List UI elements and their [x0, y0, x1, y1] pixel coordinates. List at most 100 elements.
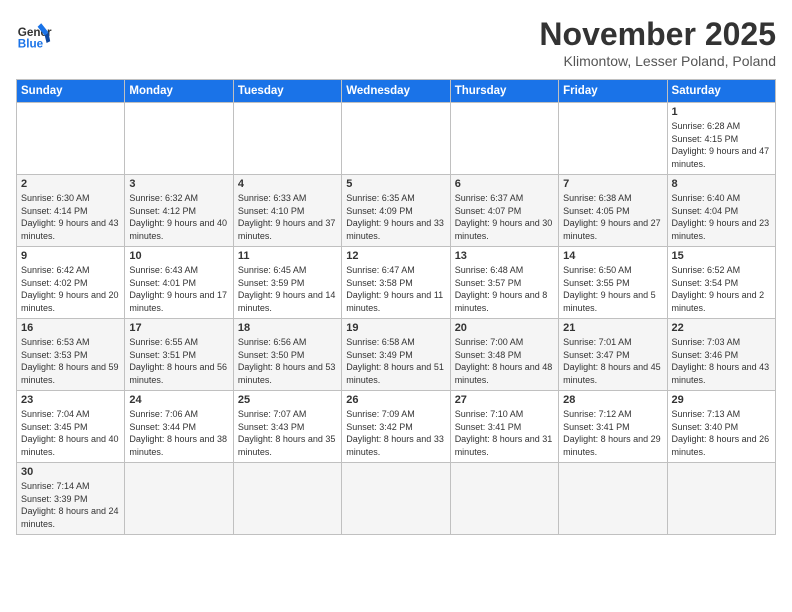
day-info: Sunrise: 6:48 AM Sunset: 3:57 PM Dayligh…: [455, 264, 554, 314]
calendar-cell: 17 Sunrise: 6:55 AM Sunset: 3:51 PM Dayli…: [125, 319, 233, 391]
day-info: Sunrise: 6:56 AM Sunset: 3:50 PM Dayligh…: [238, 336, 337, 386]
calendar-cell: 11 Sunrise: 6:45 AM Sunset: 3:59 PM Dayli…: [233, 247, 341, 319]
day-number: 11: [238, 250, 337, 262]
day-number: 17: [129, 322, 228, 334]
calendar-cell: 29 Sunrise: 7:13 AM Sunset: 3:40 PM Dayli…: [667, 391, 775, 463]
day-number: 6: [455, 178, 554, 190]
calendar-week-4: 23Sunrise: 7:04 AM Sunset: 3:45 PM Dayli…: [17, 391, 776, 463]
calendar-cell: 4Sunrise: 6:33 AM Sunset: 4:10 PM Daylig…: [233, 175, 341, 247]
day-info: Sunrise: 6:58 AM Sunset: 3:49 PM Dayligh…: [346, 336, 445, 386]
day-info: Sunrise: 7:14 AM Sunset: 3:39 PM Dayligh…: [21, 480, 120, 530]
calendar-cell: 28Sunrise: 7:12 AM Sunset: 3:41 PM Dayli…: [559, 391, 667, 463]
day-info: Sunrise: 6:52 AM Sunset: 3:54 PM Dayligh…: [672, 264, 771, 314]
calendar-week-1: 2Sunrise: 6:30 AM Sunset: 4:14 PM Daylig…: [17, 175, 776, 247]
calendar-cell: [559, 103, 667, 175]
day-number: 27: [455, 394, 554, 406]
day-info: Sunrise: 7:01 AM Sunset: 3:47 PM Dayligh…: [563, 336, 662, 386]
day-number: 29: [672, 394, 771, 406]
calendar-cell: 21 Sunrise: 7:01 AM Sunset: 3:47 PM Dayli…: [559, 319, 667, 391]
day-number: 3: [129, 178, 228, 190]
calendar-subtitle: Klimontow, Lesser Poland, Poland: [539, 53, 776, 69]
day-number: 26: [346, 394, 445, 406]
calendar-cell: 13 Sunrise: 6:48 AM Sunset: 3:57 PM Dayli…: [450, 247, 558, 319]
day-number: 9: [21, 250, 120, 262]
calendar-cell: [342, 463, 450, 535]
calendar-cell: [125, 103, 233, 175]
day-info: Sunrise: 6:28 AM Sunset: 4:15 PM Dayligh…: [672, 120, 771, 170]
day-info: Sunrise: 6:45 AM Sunset: 3:59 PM Dayligh…: [238, 264, 337, 314]
calendar-week-5: 30Sunrise: 7:14 AM Sunset: 3:39 PM Dayli…: [17, 463, 776, 535]
day-info: Sunrise: 6:32 AM Sunset: 4:12 PM Dayligh…: [129, 192, 228, 242]
calendar-cell: 9Sunrise: 6:42 AM Sunset: 4:02 PM Daylig…: [17, 247, 125, 319]
calendar-cell: 3 Sunrise: 6:32 AM Sunset: 4:12 PM Daylig…: [125, 175, 233, 247]
day-info: Sunrise: 7:07 AM Sunset: 3:43 PM Dayligh…: [238, 408, 337, 458]
header-thursday: Thursday: [450, 80, 558, 103]
header-friday: Friday: [559, 80, 667, 103]
calendar-cell: 25 Sunrise: 7:07 AM Sunset: 3:43 PM Dayli…: [233, 391, 341, 463]
day-info: Sunrise: 6:30 AM Sunset: 4:14 PM Dayligh…: [21, 192, 120, 242]
day-info: Sunrise: 7:04 AM Sunset: 3:45 PM Dayligh…: [21, 408, 120, 458]
header-wednesday: Wednesday: [342, 80, 450, 103]
day-info: Sunrise: 6:40 AM Sunset: 4:04 PM Dayligh…: [672, 192, 771, 242]
calendar-week-2: 9Sunrise: 6:42 AM Sunset: 4:02 PM Daylig…: [17, 247, 776, 319]
day-info: Sunrise: 6:35 AM Sunset: 4:09 PM Dayligh…: [346, 192, 445, 242]
day-number: 20: [455, 322, 554, 334]
day-number: 22: [672, 322, 771, 334]
logo-icon: General Blue: [16, 16, 52, 52]
day-number: 28: [563, 394, 662, 406]
calendar-cell: 24 Sunrise: 7:06 AM Sunset: 3:44 PM Dayli…: [125, 391, 233, 463]
calendar-cell: [233, 463, 341, 535]
calendar-cell: 30Sunrise: 7:14 AM Sunset: 3:39 PM Dayli…: [17, 463, 125, 535]
header-saturday: Saturday: [667, 80, 775, 103]
calendar-cell: [559, 463, 667, 535]
calendar-cell: 16Sunrise: 6:53 AM Sunset: 3:53 PM Dayli…: [17, 319, 125, 391]
calendar-cell: [450, 103, 558, 175]
svg-text:Blue: Blue: [18, 38, 44, 51]
day-number: 10: [129, 250, 228, 262]
calendar-week-3: 16Sunrise: 6:53 AM Sunset: 3:53 PM Dayli…: [17, 319, 776, 391]
calendar-cell: 1 Sunrise: 6:28 AM Sunset: 4:15 PM Daylig…: [667, 103, 775, 175]
calendar-page: General Blue November 2025 Klimontow, Le…: [0, 0, 792, 612]
day-number: 13: [455, 250, 554, 262]
day-info: Sunrise: 7:10 AM Sunset: 3:41 PM Dayligh…: [455, 408, 554, 458]
calendar-cell: 14Sunrise: 6:50 AM Sunset: 3:55 PM Dayli…: [559, 247, 667, 319]
header: General Blue November 2025 Klimontow, Le…: [16, 16, 776, 69]
calendar-cell: [125, 463, 233, 535]
calendar-cell: 23Sunrise: 7:04 AM Sunset: 3:45 PM Dayli…: [17, 391, 125, 463]
day-info: Sunrise: 6:33 AM Sunset: 4:10 PM Dayligh…: [238, 192, 337, 242]
header-monday: Monday: [125, 80, 233, 103]
day-info: Sunrise: 6:50 AM Sunset: 3:55 PM Dayligh…: [563, 264, 662, 314]
day-info: Sunrise: 6:47 AM Sunset: 3:58 PM Dayligh…: [346, 264, 445, 314]
day-number: 7: [563, 178, 662, 190]
calendar-cell: 10Sunrise: 6:43 AM Sunset: 4:01 PM Dayli…: [125, 247, 233, 319]
calendar-cell: [342, 103, 450, 175]
calendar-cell: 7Sunrise: 6:38 AM Sunset: 4:05 PM Daylig…: [559, 175, 667, 247]
header-sunday: Sunday: [17, 80, 125, 103]
day-info: Sunrise: 7:06 AM Sunset: 3:44 PM Dayligh…: [129, 408, 228, 458]
day-number: 8: [672, 178, 771, 190]
calendar-cell: [667, 463, 775, 535]
day-number: 15: [672, 250, 771, 262]
day-number: 1: [672, 106, 771, 118]
calendar-title: November 2025: [539, 16, 776, 53]
calendar-table: Sunday Monday Tuesday Wednesday Thursday…: [16, 79, 776, 535]
day-info: Sunrise: 7:03 AM Sunset: 3:46 PM Dayligh…: [672, 336, 771, 386]
day-info: Sunrise: 6:37 AM Sunset: 4:07 PM Dayligh…: [455, 192, 554, 242]
title-block: November 2025 Klimontow, Lesser Poland, …: [539, 16, 776, 69]
day-number: 21: [563, 322, 662, 334]
calendar-cell: 15 Sunrise: 6:52 AM Sunset: 3:54 PM Dayli…: [667, 247, 775, 319]
calendar-cell: 20 Sunrise: 7:00 AM Sunset: 3:48 PM Dayli…: [450, 319, 558, 391]
header-row: Sunday Monday Tuesday Wednesday Thursday…: [17, 80, 776, 103]
day-number: 24: [129, 394, 228, 406]
day-info: Sunrise: 7:00 AM Sunset: 3:48 PM Dayligh…: [455, 336, 554, 386]
day-number: 25: [238, 394, 337, 406]
calendar-cell: 18Sunrise: 6:56 AM Sunset: 3:50 PM Dayli…: [233, 319, 341, 391]
day-info: Sunrise: 7:13 AM Sunset: 3:40 PM Dayligh…: [672, 408, 771, 458]
calendar-cell: [450, 463, 558, 535]
day-info: Sunrise: 7:09 AM Sunset: 3:42 PM Dayligh…: [346, 408, 445, 458]
calendar-cell: 5 Sunrise: 6:35 AM Sunset: 4:09 PM Daylig…: [342, 175, 450, 247]
day-number: 5: [346, 178, 445, 190]
calendar-cell: [233, 103, 341, 175]
calendar-cell: 12Sunrise: 6:47 AM Sunset: 3:58 PM Dayli…: [342, 247, 450, 319]
day-info: Sunrise: 6:55 AM Sunset: 3:51 PM Dayligh…: [129, 336, 228, 386]
